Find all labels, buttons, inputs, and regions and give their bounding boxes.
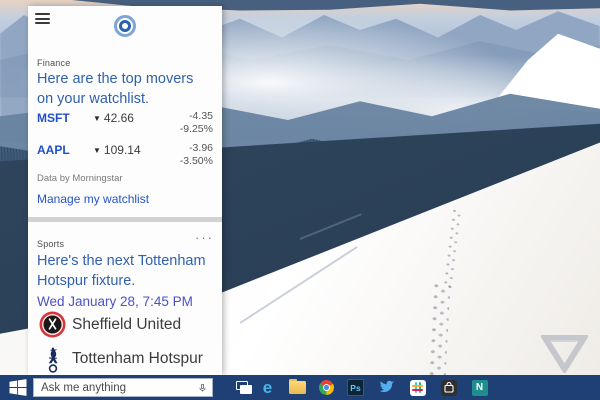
finance-section-label: Finance: [37, 53, 70, 71]
n-app-icon: N: [472, 380, 488, 396]
stock-price: ▼42.66: [93, 111, 134, 125]
start-button[interactable]: [5, 375, 31, 400]
stock-change: -3.96 -3.50%: [180, 142, 213, 168]
data-attribution: Data by Morningstar: [37, 173, 123, 184]
stock-price-value: 42.66: [104, 111, 134, 125]
down-arrow-icon: ▼: [93, 146, 101, 155]
team-name: Tottenham Hotspur: [72, 350, 203, 368]
slack-hash-icon: [410, 380, 426, 396]
shopping-bag-icon: [441, 380, 457, 396]
down-arrow-icon: ▼: [93, 114, 101, 123]
folder-icon: [289, 381, 306, 394]
tottenham-hotspur-crest-icon: [43, 346, 63, 373]
cortana-search-box[interactable]: [33, 378, 213, 397]
stock-change-pct: -9.25%: [180, 123, 213, 136]
stock-change-pct: -3.50%: [180, 155, 213, 168]
stock-change: -4.35 -9.25%: [180, 110, 213, 136]
stock-price-value: 109.14: [104, 143, 141, 157]
windows-logo-icon: [9, 379, 27, 396]
sports-label: Sports: [37, 239, 64, 249]
card-menu-icon[interactable]: ···: [195, 234, 214, 242]
sports-section-label: Sports: [37, 234, 64, 252]
stock-change-abs: -4.35: [180, 110, 213, 123]
finance-label: Finance: [37, 58, 70, 68]
sports-headline: Here's the next Tottenham Hotspur fixtur…: [37, 252, 208, 291]
finance-headline: Here are the top movers on your watchlis…: [37, 70, 213, 109]
manage-watchlist-link[interactable]: Manage my watchlist: [37, 192, 149, 206]
team-name: Sheffield United: [72, 316, 181, 334]
stock-symbol[interactable]: AAPL: [37, 143, 70, 157]
desktop-screen: Finance Here are the top movers on your …: [0, 0, 600, 400]
team-row-sheffield[interactable]: Sheffield United: [37, 311, 216, 341]
card-divider: [28, 217, 222, 222]
chrome-icon: [319, 380, 334, 395]
task-view-icon: [236, 381, 252, 394]
search-input[interactable]: [34, 382, 199, 394]
stock-symbol[interactable]: MSFT: [37, 111, 70, 125]
photoshop-button[interactable]: Ps: [343, 375, 368, 400]
photoshop-icon: Ps: [347, 379, 364, 396]
stock-row-aapl[interactable]: AAPL ▼109.14 -3.96 -3.50%: [37, 142, 213, 169]
sheffield-united-crest-icon: [39, 311, 66, 338]
stock-change-abs: -3.96: [180, 142, 213, 155]
store-button[interactable]: [436, 375, 461, 400]
twitter-bird-icon: [378, 380, 395, 395]
stock-row-msft[interactable]: MSFT ▼42.66 -4.35 -9.25%: [37, 110, 213, 137]
internet-explorer-button[interactable]: e: [255, 375, 280, 400]
stock-price: ▼109.14: [93, 143, 141, 157]
team-row-tottenham[interactable]: Tottenham Hotspur: [37, 345, 216, 375]
verge-watermark-icon: [541, 333, 588, 373]
cortana-panel: Finance Here are the top movers on your …: [28, 6, 222, 375]
chrome-button[interactable]: [314, 375, 339, 400]
twitter-button[interactable]: [374, 375, 399, 400]
hamburger-menu-icon[interactable]: [35, 13, 50, 24]
taskbar: e Ps: [0, 375, 600, 400]
internet-explorer-icon: e: [263, 379, 272, 396]
slack-button[interactable]: [405, 375, 430, 400]
cortana-logo-icon: [114, 15, 136, 37]
task-view-button[interactable]: [231, 375, 256, 400]
fixture-datetime: Wed January 28, 7:45 PM: [37, 294, 193, 309]
microphone-icon[interactable]: [199, 381, 206, 395]
file-explorer-button[interactable]: [285, 375, 310, 400]
n-reader-button[interactable]: N: [467, 375, 492, 400]
